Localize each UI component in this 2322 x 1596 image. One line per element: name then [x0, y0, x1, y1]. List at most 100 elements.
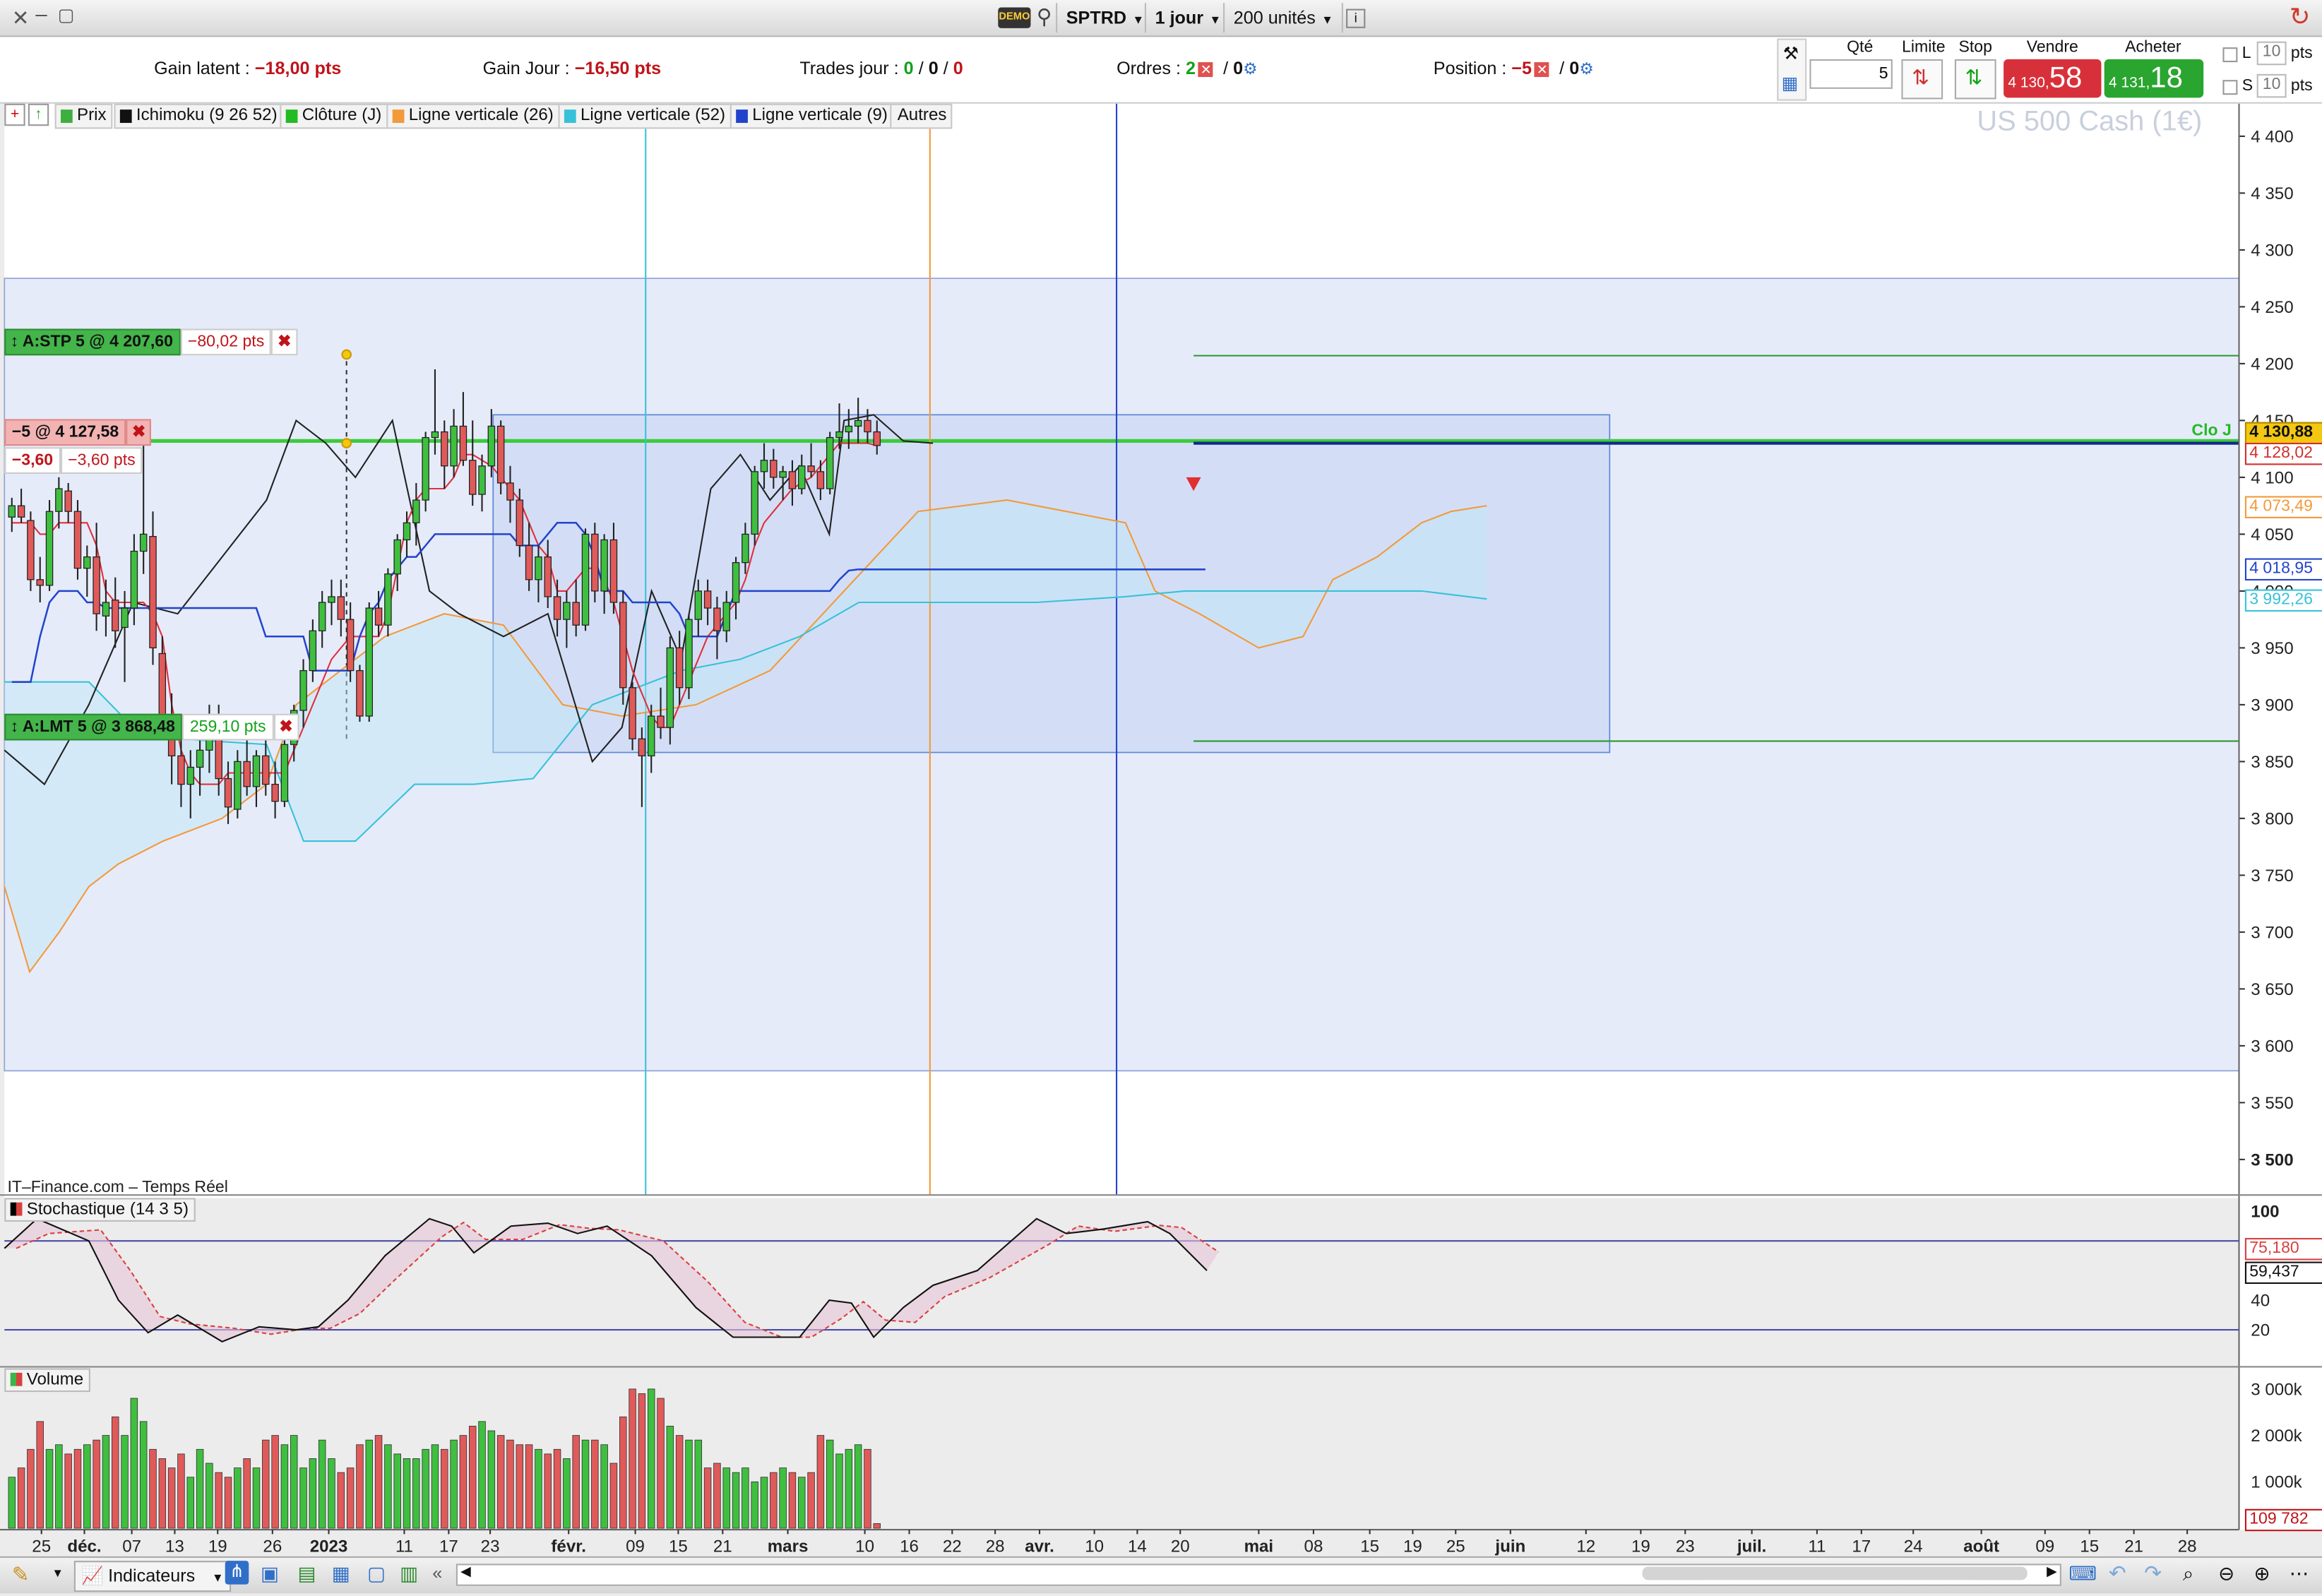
volume-bar: [572, 1435, 580, 1529]
share-icon[interactable]: ⋔: [225, 1561, 249, 1585]
link-icon[interactable]: ⚲: [1037, 4, 1052, 30]
close-icon[interactable]: ✕: [12, 6, 30, 31]
add-indicator-icon[interactable]: +: [4, 103, 25, 126]
legend-item[interactable]: Ligne verticale (9): [730, 103, 894, 129]
legend-item[interactable]: Prix: [54, 103, 112, 129]
minimize-icon[interactable]: –: [35, 1, 47, 25]
volume-bar: [873, 1523, 881, 1529]
stop-order-flag[interactable]: ↕ A:STP 5 @ 4 207,60 −80,02 pts ✖: [4, 328, 297, 356]
zoom-in-icon[interactable]: ⊕: [2253, 1562, 2270, 1586]
scroll-left-icon[interactable]: ◀: [460, 1564, 471, 1580]
sep: /: [943, 57, 948, 79]
stop-order-button[interactable]: ⇅: [1954, 59, 1996, 100]
grid-icon[interactable]: ▦: [332, 1562, 350, 1586]
candle: [742, 533, 749, 564]
price-tick-label: 3 750: [2251, 867, 2293, 886]
wrench-icon: ⚒: [1782, 42, 1799, 64]
position-pts-2: −3,60 pts: [60, 447, 143, 475]
candle: [422, 436, 429, 501]
s-checkbox[interactable]: [2222, 80, 2238, 95]
legend-item[interactable]: Ligne verticale (26): [386, 103, 560, 129]
volume-legend[interactable]: Volume: [4, 1368, 91, 1393]
horizontal-scrollbar[interactable]: ◀ ▶: [456, 1564, 2061, 1586]
price-tick-label: 3 650: [2251, 980, 2293, 999]
scroll-right-icon[interactable]: ▶: [2047, 1564, 2057, 1580]
info-icon[interactable]: i: [1346, 8, 1366, 28]
qty-label: Qté: [1847, 38, 1874, 56]
volume-bar: [468, 1426, 477, 1529]
indicators-button[interactable]: 📈 Indicateurs ▼: [73, 1561, 232, 1592]
close-position-flag-icon[interactable]: ✖: [126, 419, 152, 446]
indicator-badge: 109 782: [2244, 1508, 2322, 1532]
chevron-down-icon[interactable]: ▼: [52, 1567, 64, 1580]
zoom-out-icon[interactable]: ⊖: [2218, 1562, 2234, 1586]
tools-button[interactable]: ⚒ ▦: [1777, 38, 1807, 101]
s-pts: pts: [2290, 77, 2313, 95]
cancel-orders-icon[interactable]: ✕: [1198, 62, 1214, 78]
gain-latent-value: −18,00 pts: [254, 57, 342, 79]
volume-tick-label: 2 000k: [2251, 1427, 2302, 1446]
limit-order-button[interactable]: ⇅: [1901, 59, 1943, 100]
redo-icon[interactable]: ↷: [2144, 1561, 2162, 1586]
limit-order-flag[interactable]: ↕ A:LMT 5 @ 3 868,48 259,10 pts ✖: [4, 713, 299, 741]
candle: [713, 607, 721, 631]
keyboard-icon[interactable]: ⌨: [2068, 1562, 2096, 1586]
l-checkbox[interactable]: [2222, 47, 2238, 63]
volume-bar: [694, 1439, 703, 1529]
timeframe-dropdown[interactable]: 1 jour ▼: [1144, 3, 1230, 33]
volume-bar: [93, 1439, 100, 1529]
draw-tool-icon[interactable]: ✎: [12, 1562, 30, 1588]
close-position-icon[interactable]: ✕: [1535, 62, 1550, 78]
position-flag[interactable]: −5 @ 4 127,58 ✖: [4, 419, 152, 446]
sell-price-small: 4 130,: [2008, 75, 2049, 93]
l-value[interactable]: 10: [2256, 41, 2287, 66]
cancel-limit-icon[interactable]: ✖: [273, 713, 299, 741]
ls-panel: L 10 pts S 10 pts: [2221, 41, 2322, 102]
buy-button[interactable]: 4 131,18: [2104, 59, 2204, 98]
l-label: L: [2241, 44, 2251, 63]
volume-bar: [196, 1448, 204, 1529]
more-icon[interactable]: ⋯: [2290, 1562, 2309, 1586]
list-icon[interactable]: ▤: [297, 1562, 316, 1586]
volume-bar: [835, 1453, 843, 1529]
refresh-icon[interactable]: ↻: [2290, 3, 2311, 32]
legend-item[interactable]: Ligne verticale (52): [558, 103, 732, 129]
move-icon[interactable]: ↑: [28, 103, 49, 126]
qty-input[interactable]: [1809, 59, 1893, 89]
candle: [393, 539, 401, 575]
sell-button[interactable]: 4 130,58: [2004, 59, 2102, 98]
gear-icon[interactable]: ⚙: [1243, 61, 1258, 78]
candle: [45, 511, 54, 586]
units-dropdown[interactable]: 200 unités ▼: [1223, 3, 1344, 33]
legend-item[interactable]: Ichimoku (9 26 52): [114, 103, 284, 129]
candle: [506, 482, 514, 501]
volume-bar: [638, 1393, 646, 1529]
window-icon[interactable]: ▢: [367, 1562, 386, 1586]
scroll-thumb[interactable]: [1642, 1566, 2028, 1580]
legend-item[interactable]: Autres: [890, 103, 953, 129]
zoom-area-icon[interactable]: ⌕: [2183, 1562, 2193, 1586]
collapse-icon[interactable]: «: [432, 1562, 442, 1583]
volume-bar: [27, 1448, 35, 1529]
undo-icon[interactable]: ↶: [2109, 1561, 2126, 1586]
gear-icon[interactable]: ⚙: [1579, 61, 1594, 78]
portfolio-icon[interactable]: ▥: [400, 1562, 418, 1586]
cancel-stop-icon[interactable]: ✖: [271, 328, 297, 356]
s-value[interactable]: 10: [2256, 73, 2287, 98]
volume-bar: [431, 1444, 439, 1529]
candle: [468, 460, 477, 495]
chat-icon[interactable]: ▣: [261, 1562, 279, 1586]
symbol-dropdown[interactable]: SPTRD ▼: [1056, 3, 1153, 33]
limit-icon: ⇅: [1912, 65, 1929, 89]
date-tick-label: 28: [2178, 1537, 2197, 1556]
volume-bar: [356, 1444, 364, 1529]
legend-item[interactable]: Clôture (J): [280, 103, 388, 129]
chart-area[interactable]: 4 400 4 350 4 300 4 250 4 200 4 150 4 100 4 050…: [0, 103, 2322, 1592]
indicator-badge: 75,180: [2244, 1238, 2322, 1261]
candle: [73, 511, 82, 569]
price-tick-label: 3 550: [2251, 1094, 2293, 1113]
chart-svg[interactable]: 4 4004 3504 3004 2504 2004 1504 1004 050…: [0, 103, 2322, 1592]
stochastic-legend[interactable]: Stochastique (14 3 5): [4, 1198, 196, 1222]
maximize-icon[interactable]: ▢: [58, 4, 75, 25]
candle: [234, 761, 242, 810]
